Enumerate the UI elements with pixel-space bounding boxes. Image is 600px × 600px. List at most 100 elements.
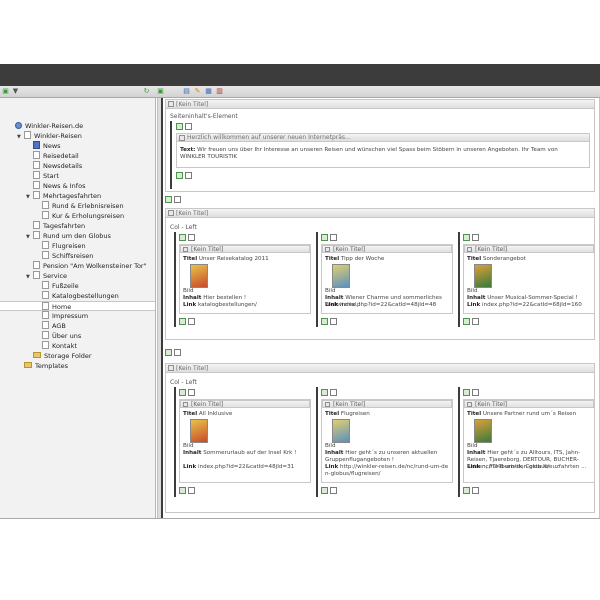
tree-item[interactable]: Start — [26, 171, 59, 181]
expand-arrow-icon[interactable]: ▼ — [26, 192, 32, 202]
element-header[interactable]: [Kein Titel] — [166, 100, 594, 109]
card-link-value[interactable]: nc/rund-um-den-globus/ — [482, 464, 549, 470]
card-header[interactable]: [Kein Titel] — [464, 245, 594, 253]
card-header[interactable]: [Kein Titel] — [464, 400, 594, 408]
page-icon — [33, 171, 40, 179]
tree-item[interactable]: ▼ Winkler-Reisen — [17, 131, 82, 141]
card-header[interactable]: [Kein Titel] — [322, 245, 452, 253]
tree-item[interactable]: Winkler-Reisen.de — [8, 121, 83, 131]
new-content-icon[interactable] — [179, 486, 186, 494]
tree-item[interactable]: News & Infos — [26, 181, 85, 191]
paste-icon[interactable] — [174, 195, 181, 203]
card-header[interactable]: [Kein Titel] — [180, 400, 310, 408]
new-content-icon[interactable] — [321, 317, 328, 325]
new-content-icon[interactable] — [321, 388, 328, 396]
tree-item[interactable]: ▼ Service — [26, 271, 67, 281]
expand-arrow-icon[interactable]: ▼ — [17, 132, 23, 142]
tree-item[interactable]: Pension "Am Wolkensteiner Tor" — [26, 261, 147, 271]
new-content-icon[interactable] — [321, 233, 328, 241]
tree-item[interactable]: Templates — [17, 361, 68, 371]
tree-item[interactable]: Storage Folder — [26, 351, 92, 361]
paste-icon[interactable] — [472, 388, 479, 396]
paste-icon[interactable] — [330, 233, 337, 241]
inhalt-label: Inhalt — [325, 450, 344, 456]
tree-item[interactable]: Katalogbestellungen — [35, 291, 119, 301]
history-icon[interactable]: ▥ — [216, 88, 223, 95]
new-page-icon[interactable]: ▣ — [2, 88, 9, 95]
paste-icon[interactable] — [188, 486, 195, 494]
filter-icon[interactable]: ▼ — [12, 88, 19, 95]
paste-icon[interactable] — [472, 486, 479, 494]
welcome-header[interactable]: Herzlich willkommen auf unserer neuen In… — [177, 134, 589, 142]
tree-item[interactable]: AGB — [35, 321, 66, 331]
paste-icon[interactable] — [472, 317, 479, 325]
paste-icon[interactable] — [188, 388, 195, 396]
tree-item[interactable]: Schiffsreisen — [35, 251, 93, 261]
new-content-icon[interactable] — [179, 388, 186, 396]
tree-item[interactable]: Tagesfahrten — [26, 221, 85, 231]
card-header[interactable]: [Kein Titel] — [322, 400, 452, 408]
tree-item[interactable]: News — [26, 141, 61, 151]
titel-label: Titel — [467, 256, 482, 262]
view-page-icon[interactable]: ▣ — [157, 88, 164, 95]
tree-item[interactable]: Home — [0, 301, 155, 311]
tree-item[interactable]: ▼ Rund um den Globus — [26, 231, 111, 241]
paste-icon[interactable] — [472, 233, 479, 241]
card-link-value[interactable]: index.php?id=22&catId=48jId=48 — [340, 302, 436, 308]
paste-icon[interactable] — [185, 122, 192, 130]
card-header[interactable]: [Kein Titel] — [180, 245, 310, 253]
tree-item[interactable]: Kur & Erholungsreisen — [35, 211, 124, 221]
new-content-icon[interactable] — [179, 233, 186, 241]
new-content-icon[interactable] — [176, 122, 183, 130]
paste-icon[interactable] — [188, 233, 195, 241]
tree-item[interactable]: Fußzeile — [35, 281, 79, 291]
toolbar: ▣ ▼ ↻ ▣ ▤ ✎ ▦ ▥ — [0, 86, 600, 98]
tree-item[interactable]: Newsdetails — [26, 161, 82, 171]
paste-icon[interactable] — [188, 317, 195, 325]
card-title: [Kein Titel] — [191, 401, 224, 408]
refresh-icon[interactable]: ↻ — [143, 88, 150, 95]
card-link-value[interactable]: index.php?id=22&catId=48jId=31 — [198, 464, 294, 470]
new-content-icon[interactable] — [463, 233, 470, 241]
new-content-icon[interactable] — [165, 348, 172, 356]
card-title: [Kein Titel] — [475, 246, 508, 253]
edit-icon[interactable]: ✎ — [194, 88, 201, 95]
tree-item[interactable]: Reisedetail — [26, 151, 79, 161]
paste-icon[interactable] — [330, 486, 337, 494]
new-content-icon[interactable]: ▦ — [205, 88, 212, 95]
card-link-value[interactable]: katalogbestellungen/ — [198, 302, 257, 308]
expand-arrow-icon[interactable]: ▼ — [26, 232, 32, 242]
paste-icon[interactable] — [174, 348, 181, 356]
card-link-value[interactable]: index.php?id=22&catId=68jId=160 — [482, 302, 582, 308]
card-image — [474, 264, 492, 288]
new-content-icon[interactable] — [463, 388, 470, 396]
link-label: Link — [467, 464, 481, 470]
new-content-icon[interactable] — [321, 486, 328, 494]
card-title: [Kein Titel] — [475, 401, 508, 408]
tree-item-label: Pension "Am Wolkensteiner Tor" — [43, 262, 147, 270]
new-content-icon[interactable] — [179, 317, 186, 325]
paste-icon[interactable] — [330, 388, 337, 396]
new-content-icon[interactable] — [176, 171, 183, 179]
tree-item-label: Templates — [35, 362, 69, 370]
new-content-icon[interactable] — [463, 317, 470, 325]
tree-item[interactable]: Rund & Erlebnisreisen — [35, 201, 124, 211]
element-header[interactable]: [Kein Titel] — [166, 364, 594, 373]
new-content-icon[interactable] — [463, 486, 470, 494]
paste-icon[interactable] — [185, 171, 192, 179]
element-type-label: Seiteninhalt's-Element — [170, 113, 238, 120]
new-content-icon[interactable] — [165, 195, 172, 203]
page-properties-icon[interactable]: ▤ — [183, 88, 190, 95]
card-link-value[interactable]: http://winkler-reisen.de/nc/rund-um-den-… — [325, 464, 448, 477]
tree-item[interactable]: Kontakt — [35, 341, 77, 351]
card-inhalt-row: Inhalt Sommerurlaub auf der Insel Krk ! — [183, 450, 309, 457]
tree-item[interactable]: Über uns — [35, 331, 81, 341]
tree-item[interactable]: Flugreisen — [35, 241, 86, 251]
element-header[interactable]: [Kein Titel] — [166, 209, 594, 218]
expand-arrow-icon[interactable]: ▼ — [26, 272, 32, 282]
tree-item[interactable]: Impressum — [35, 311, 88, 321]
row-actions — [165, 195, 183, 203]
tree-item[interactable]: ▼ Mehrtagesfahrten — [26, 191, 101, 201]
paste-icon[interactable] — [330, 317, 337, 325]
top-header-bar — [0, 64, 600, 86]
